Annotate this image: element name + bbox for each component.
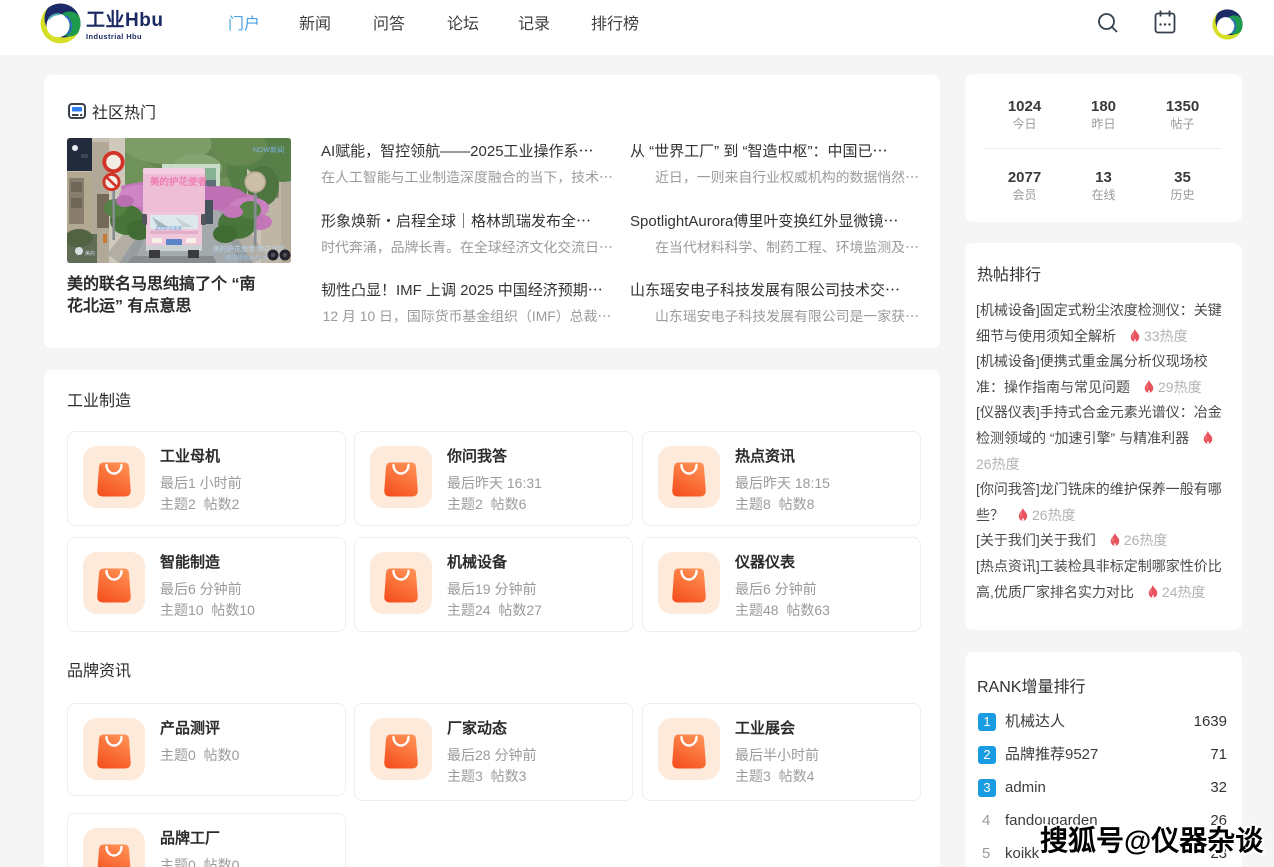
svg-text:NOW新闻: NOW新闻 (253, 145, 284, 154)
svg-text:美的: 美的 (85, 250, 95, 257)
svg-text:美的护花使者: 美的护花使者 (149, 176, 208, 188)
svg-text:搜狐号@仪器杂谈: 搜狐号@仪器杂谈 (1040, 825, 1264, 856)
svg-text:美的护花使者: 美的护花使者 (155, 225, 182, 232)
